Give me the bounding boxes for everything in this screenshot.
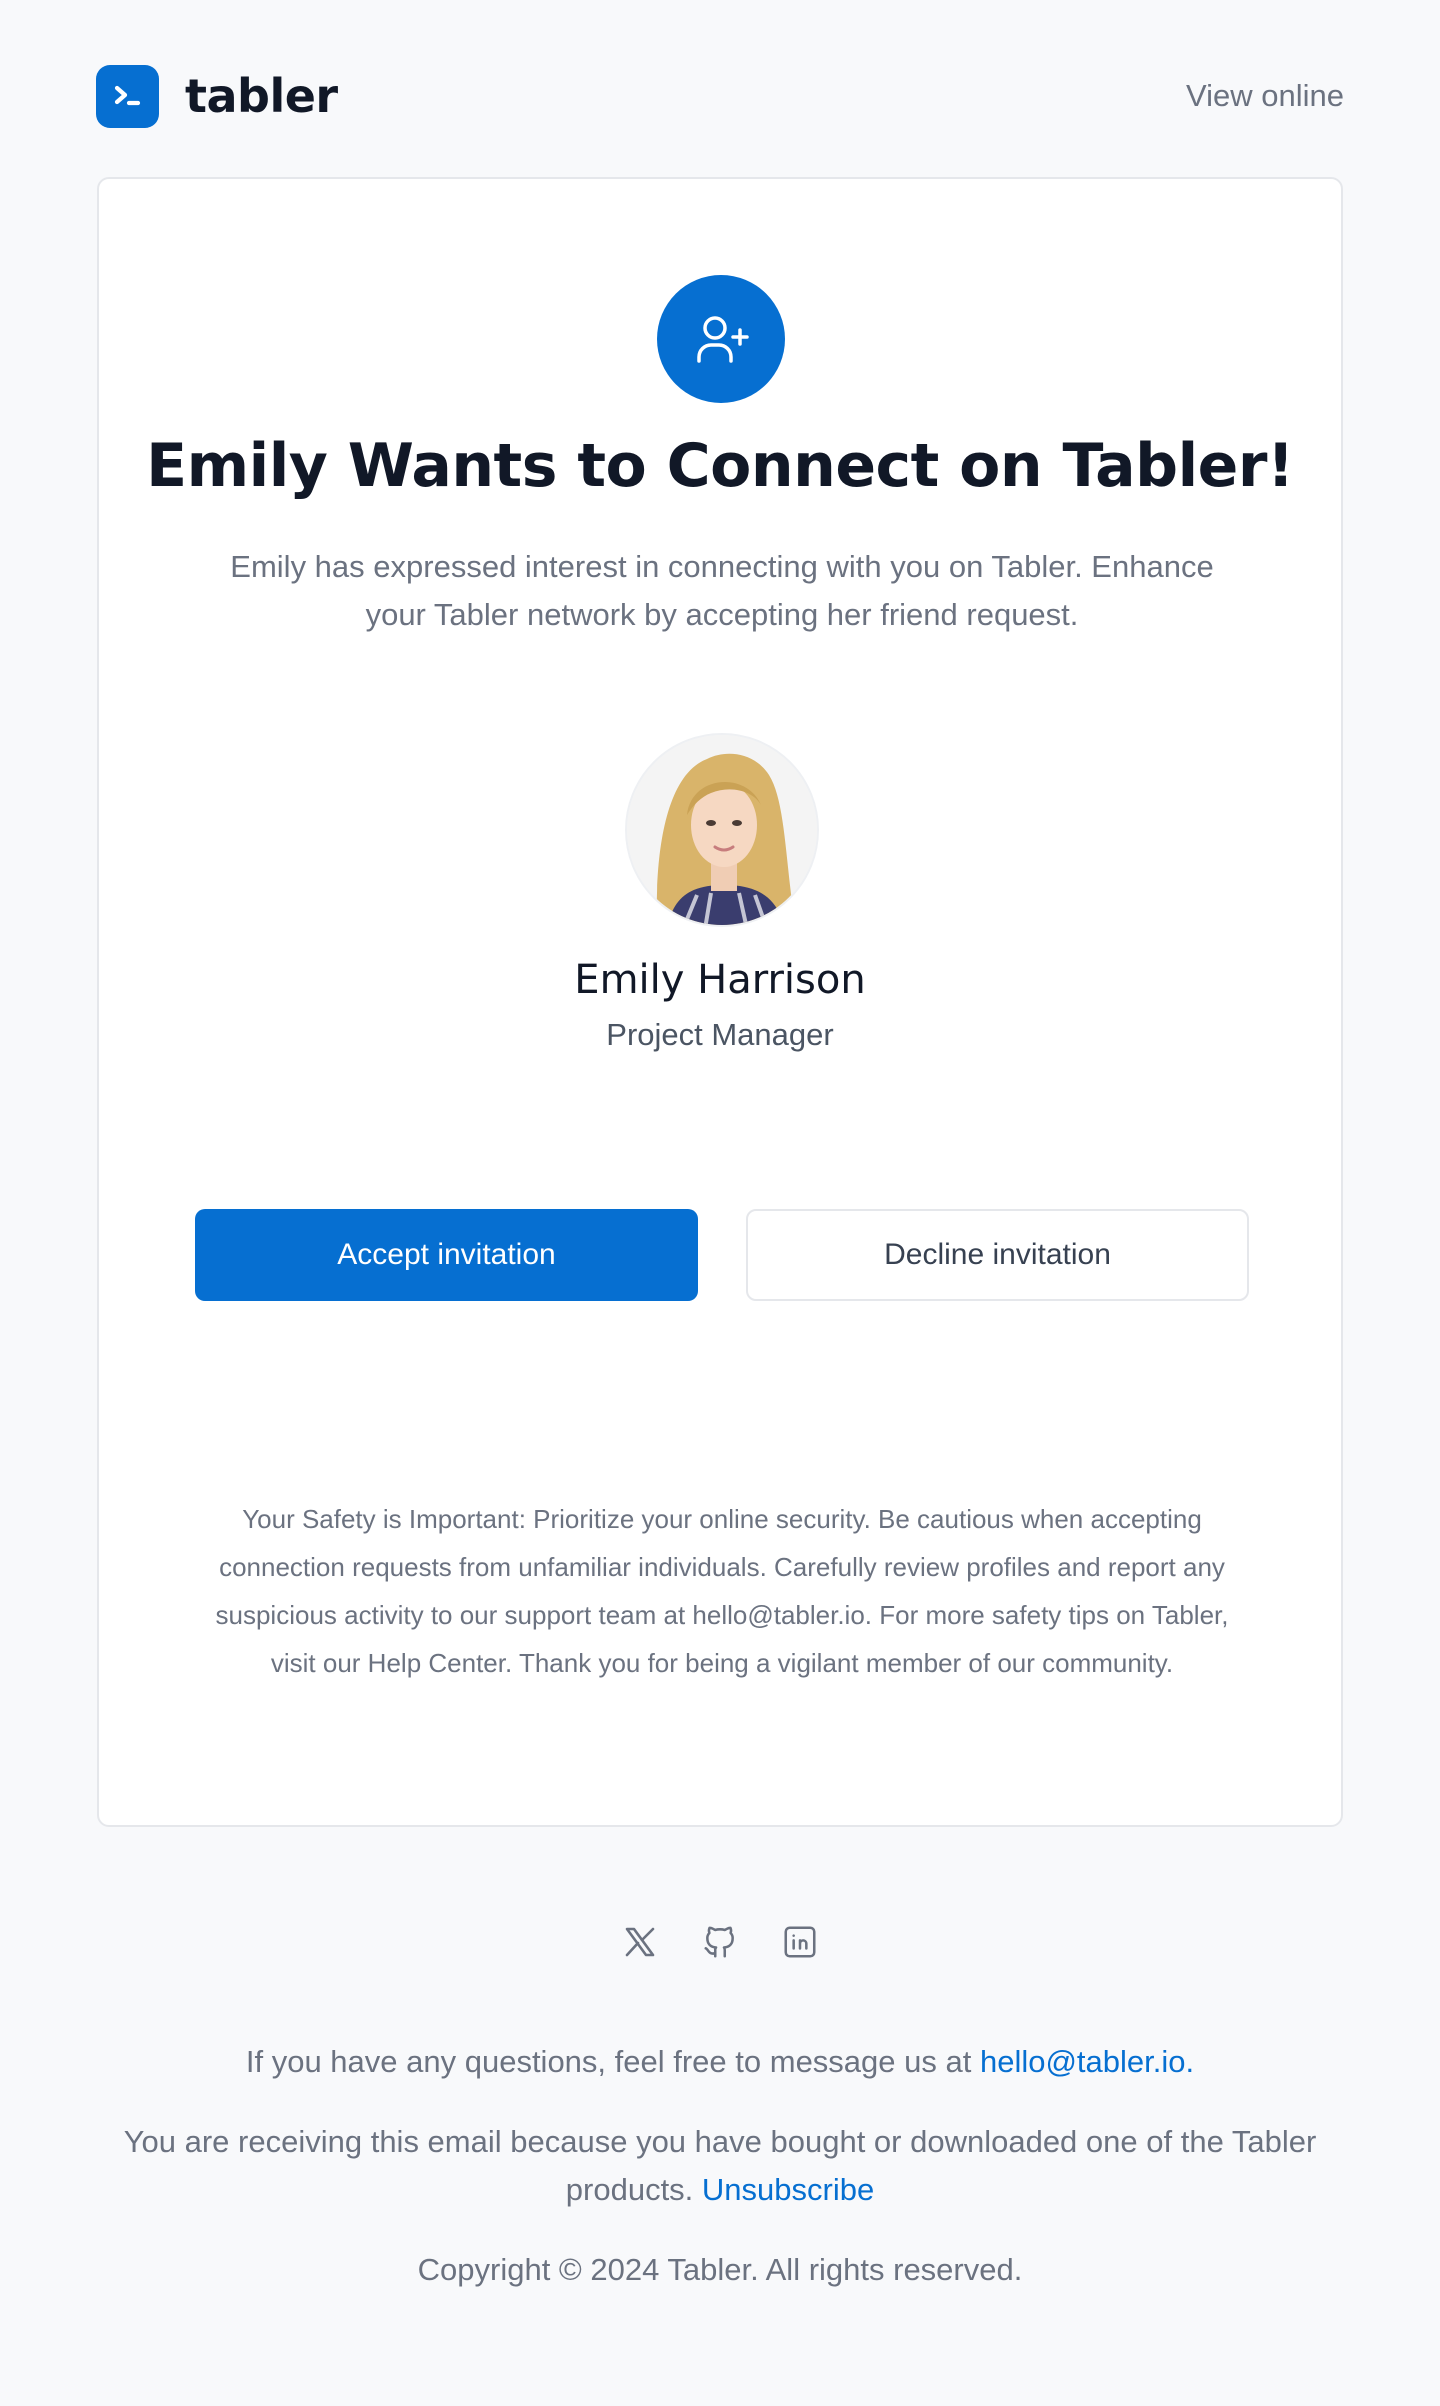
safety-notice: Your Safety is Important: Prioritize you… xyxy=(215,1504,1229,1678)
view-online-link[interactable]: View online xyxy=(1186,78,1344,114)
avatar xyxy=(625,733,819,927)
email-page: tabler View online Emily Wants to Connec… xyxy=(0,0,1440,2406)
linkedin-icon[interactable] xyxy=(780,1922,820,1962)
invitation-card: Emily Wants to Connect on Tabler! Emily … xyxy=(97,177,1343,1827)
questions-text: If you have any questions, feel free to … xyxy=(96,2038,1344,2086)
github-icon[interactable] xyxy=(700,1922,740,1962)
x-icon[interactable] xyxy=(620,1922,660,1962)
person-name: Emily Harrison xyxy=(574,957,866,1003)
person-role: Project Manager xyxy=(606,1017,834,1052)
brand-link[interactable]: tabler xyxy=(96,64,338,128)
tabler-logo-icon xyxy=(96,64,159,128)
support-email-link[interactable]: hello@tabler.io xyxy=(980,2044,1186,2079)
accept-invitation-button[interactable]: Accept invitation xyxy=(195,1209,698,1301)
social-links xyxy=(0,1922,1440,1962)
questions-end: . xyxy=(1185,2044,1195,2079)
unsubscribe-link[interactable]: Unsubscribe xyxy=(702,2172,874,2207)
user-plus-icon xyxy=(657,275,785,403)
questions-label: If you have any questions, feel free to … xyxy=(245,2044,980,2079)
email-header: tabler View online xyxy=(96,64,1344,128)
brand-name: tabler xyxy=(185,69,338,123)
decline-invitation-button[interactable]: Decline invitation xyxy=(746,1209,1249,1301)
copyright-text: Copyright © 2024 Tabler. All rights rese… xyxy=(417,2252,1023,2287)
receiving-text: You are receiving this email because you… xyxy=(96,2118,1344,2214)
intro-text: Emily has expressed interest in connecti… xyxy=(230,549,1214,632)
email-title: Emily Wants to Connect on Tabler! xyxy=(146,431,1294,501)
